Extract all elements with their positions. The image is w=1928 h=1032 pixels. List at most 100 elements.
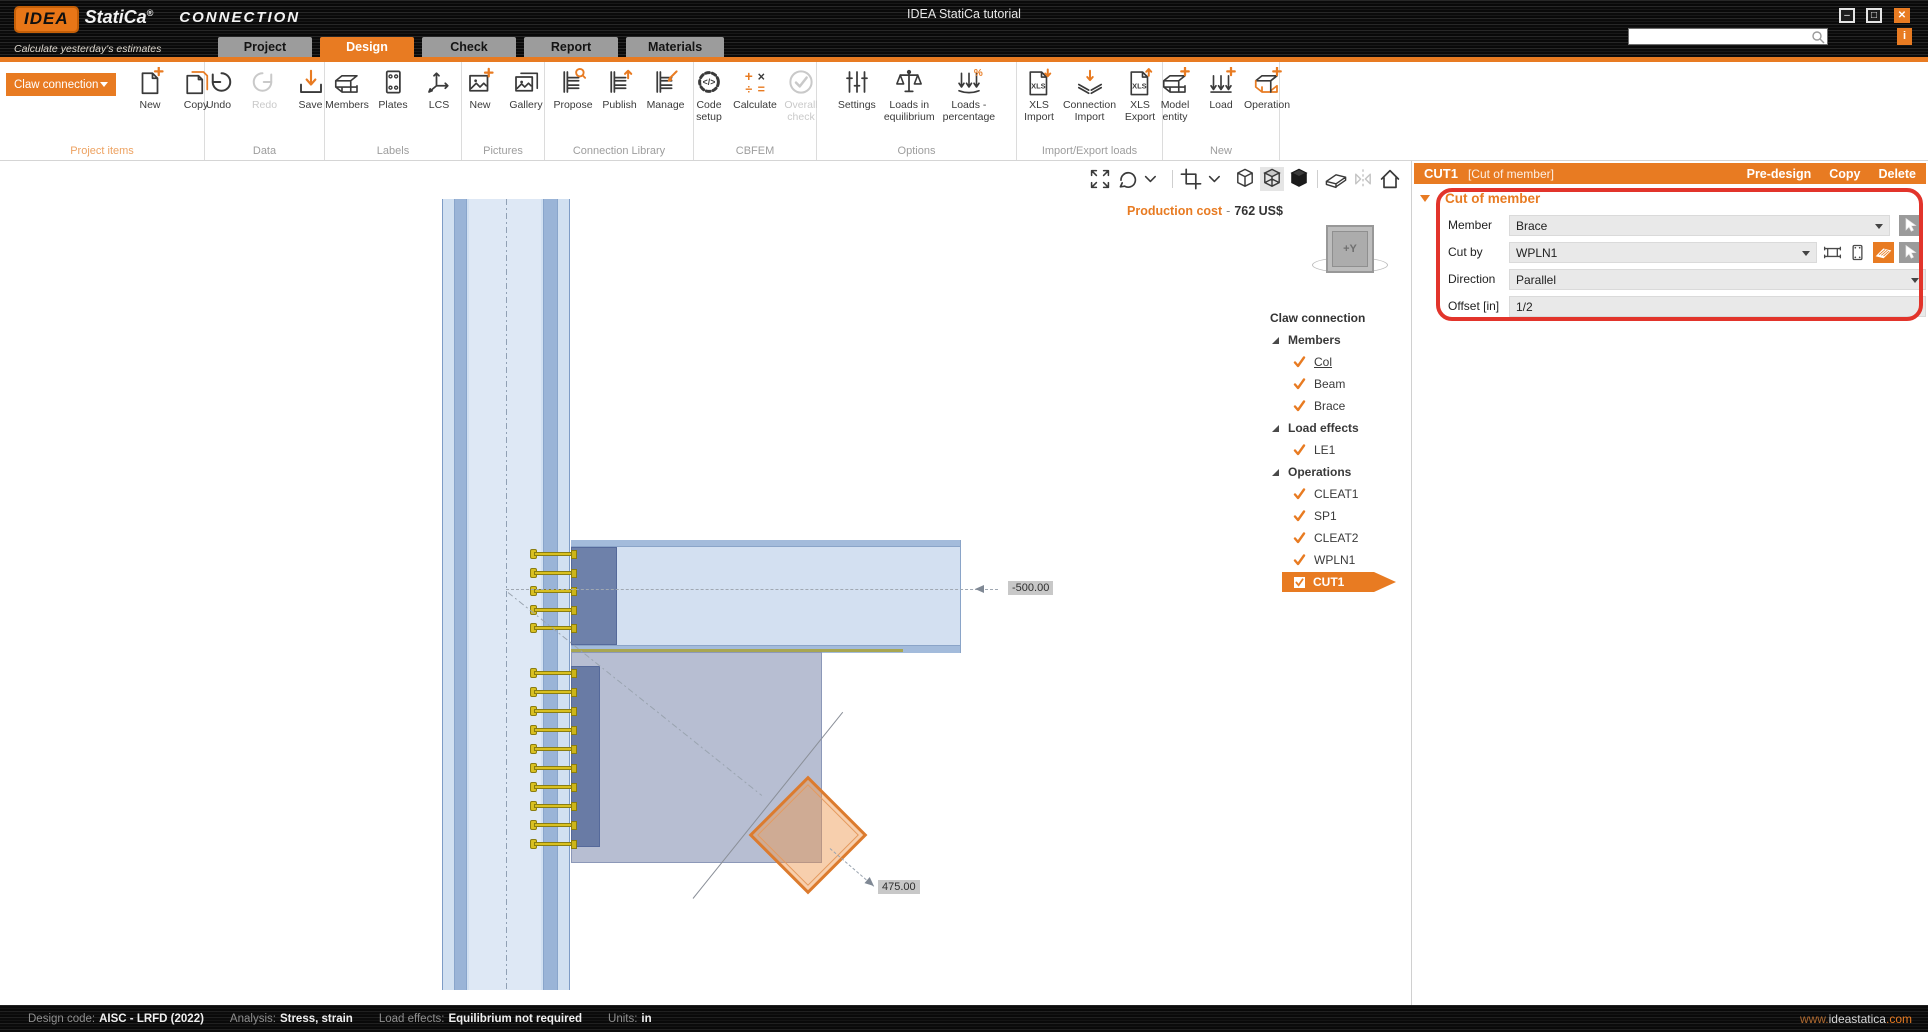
plate-outline-button[interactable] bbox=[1847, 242, 1868, 263]
check-icon[interactable] bbox=[1293, 532, 1306, 544]
bolt[interactable] bbox=[530, 837, 580, 851]
bolt[interactable] bbox=[530, 704, 580, 718]
ribbon-item-xls-import[interactable]: XLSXLS Import bbox=[1017, 67, 1061, 123]
bolt[interactable] bbox=[530, 761, 580, 775]
bolt[interactable] bbox=[530, 584, 580, 598]
cube-transparent-icon[interactable] bbox=[1260, 167, 1284, 191]
bolt[interactable] bbox=[530, 603, 580, 617]
info-button[interactable]: i bbox=[1897, 28, 1912, 45]
tree-item-cleat1[interactable]: CLEAT1 bbox=[1266, 483, 1411, 505]
tab-project[interactable]: Project bbox=[218, 37, 312, 57]
check-icon[interactable] bbox=[1293, 554, 1306, 566]
cube-wire-icon[interactable] bbox=[1233, 167, 1257, 191]
ribbon-item-operation[interactable]: Operation bbox=[1245, 67, 1289, 111]
ribbon-item-propose[interactable]: Propose bbox=[550, 67, 595, 111]
chevron-icon[interactable] bbox=[1206, 167, 1230, 191]
tree-item-brace[interactable]: Brace bbox=[1266, 395, 1411, 417]
tree-group-load-effects[interactable]: Load effects bbox=[1266, 417, 1411, 439]
check-icon[interactable] bbox=[1293, 356, 1306, 368]
beam-member[interactable] bbox=[571, 540, 961, 653]
ribbon-item-lcs[interactable]: LCS bbox=[417, 67, 461, 111]
bolt[interactable] bbox=[530, 621, 580, 635]
search-input[interactable] bbox=[1629, 30, 1811, 43]
nav-cube[interactable]: +Y bbox=[1326, 225, 1374, 273]
dropdown-caret-icon[interactable] bbox=[1802, 251, 1810, 256]
ribbon-item-new[interactable]: New bbox=[128, 67, 172, 111]
tree-item-beam[interactable]: Beam bbox=[1266, 373, 1411, 395]
cut-by-dropdown[interactable]: WPLN1 bbox=[1509, 242, 1817, 263]
select-in-scene-button[interactable] bbox=[1899, 215, 1920, 236]
ribbon-item-model-entity[interactable]: Model entity bbox=[1153, 67, 1197, 123]
close-button[interactable]: ✕ bbox=[1894, 8, 1910, 23]
crop-icon[interactable] bbox=[1179, 167, 1203, 191]
rotate-icon[interactable] bbox=[1115, 167, 1139, 191]
ribbon-item-new[interactable]: New bbox=[458, 67, 502, 111]
mirror-icon[interactable] bbox=[1351, 167, 1375, 191]
expander-triangle-icon[interactable] bbox=[1272, 337, 1279, 344]
expander-triangle-icon[interactable] bbox=[1272, 425, 1279, 432]
ribbon-item-undo[interactable]: Undo bbox=[197, 67, 241, 111]
ribbon-item-connection-import[interactable]: Connection Import bbox=[1063, 67, 1116, 123]
bolt[interactable] bbox=[530, 685, 580, 699]
minimize-button[interactable]: – bbox=[1839, 8, 1855, 23]
check-icon[interactable] bbox=[1293, 488, 1306, 500]
ribbon-item-gallery[interactable]: Gallery bbox=[504, 67, 548, 111]
tree-item-le1[interactable]: LE1 bbox=[1266, 439, 1411, 461]
member-dropdown[interactable]: Brace bbox=[1509, 215, 1890, 236]
maximize-button[interactable]: □ bbox=[1866, 8, 1882, 23]
bolt[interactable] bbox=[530, 818, 580, 832]
check-icon[interactable] bbox=[1293, 510, 1306, 522]
collapse-triangle-icon[interactable] bbox=[1420, 195, 1430, 202]
bolt[interactable] bbox=[530, 799, 580, 813]
plate-active-button[interactable] bbox=[1873, 242, 1894, 263]
direction-dropdown[interactable]: Parallel bbox=[1509, 269, 1926, 290]
select-in-scene-button[interactable] bbox=[1899, 242, 1920, 263]
tab-report[interactable]: Report bbox=[524, 37, 618, 57]
home-icon[interactable] bbox=[1378, 167, 1402, 191]
connection-selector-button[interactable]: Claw connection bbox=[6, 73, 116, 96]
ribbon-item-calculate[interactable]: +×÷=Calculate bbox=[733, 67, 777, 111]
model-viewport[interactable]: Production cost-762 US$ +Y -500.0 bbox=[0, 161, 1411, 1005]
tree-selected-banner[interactable]: CUT1 bbox=[1282, 572, 1396, 592]
tree-item-col[interactable]: Col bbox=[1266, 351, 1411, 373]
ribbon-item-members[interactable]: Members bbox=[325, 67, 369, 111]
tree-item-wpln1[interactable]: WPLN1 bbox=[1266, 549, 1411, 571]
clip-plane-icon[interactable] bbox=[1324, 167, 1348, 191]
ribbon-item-code-setup[interactable]: </>Code setup bbox=[687, 67, 731, 123]
section-header[interactable]: Cut of member bbox=[1420, 191, 1540, 206]
ribbon-item-loads-in-equilibrium[interactable]: Loads in equilibrium bbox=[881, 67, 938, 123]
tab-check[interactable]: Check bbox=[422, 37, 516, 57]
website-link[interactable]: www.ideastatica.com bbox=[1800, 1005, 1912, 1032]
ribbon-item-plates[interactable]: Plates bbox=[371, 67, 415, 111]
checkbox-checked-icon[interactable] bbox=[1294, 577, 1305, 588]
tree-group-operations[interactable]: Operations bbox=[1266, 461, 1411, 483]
ribbon-item-manage[interactable]: Manage bbox=[644, 67, 688, 111]
ribbon-item-load[interactable]: Load bbox=[1199, 67, 1243, 111]
check-icon[interactable] bbox=[1293, 400, 1306, 412]
check-icon[interactable] bbox=[1293, 444, 1306, 456]
tab-materials[interactable]: Materials bbox=[626, 37, 724, 57]
member-section-button[interactable] bbox=[1822, 242, 1843, 263]
cube-solid-icon[interactable] bbox=[1287, 167, 1311, 191]
tree-root[interactable]: Claw connection bbox=[1266, 307, 1411, 329]
dropdown-caret-icon[interactable] bbox=[1875, 224, 1883, 229]
expander-triangle-icon[interactable] bbox=[1272, 469, 1279, 476]
delete-operation-button[interactable]: Delete bbox=[1878, 167, 1916, 181]
offset-in--input[interactable]: 1/2 bbox=[1509, 296, 1926, 317]
dropdown-caret-icon[interactable] bbox=[1911, 278, 1919, 283]
bolt[interactable] bbox=[530, 742, 580, 756]
bolt[interactable] bbox=[530, 547, 580, 561]
tree-item-sp1[interactable]: SP1 bbox=[1266, 505, 1411, 527]
ribbon-item-loads-percentage[interactable]: %Loads - percentage bbox=[940, 67, 999, 123]
chevron-icon[interactable] bbox=[1142, 167, 1166, 191]
bolt[interactable] bbox=[530, 666, 580, 680]
tree-item-cut1[interactable]: CUT1 bbox=[1266, 571, 1411, 593]
bolt[interactable] bbox=[530, 566, 580, 580]
expand-icon[interactable] bbox=[1088, 167, 1112, 191]
search-box[interactable] bbox=[1628, 28, 1828, 45]
ribbon-item-settings[interactable]: Settings bbox=[835, 67, 879, 111]
bolt[interactable] bbox=[530, 780, 580, 794]
bolt[interactable] bbox=[530, 723, 580, 737]
ribbon-item-publish[interactable]: Publish bbox=[598, 67, 642, 111]
tree-group-members[interactable]: Members bbox=[1266, 329, 1411, 351]
